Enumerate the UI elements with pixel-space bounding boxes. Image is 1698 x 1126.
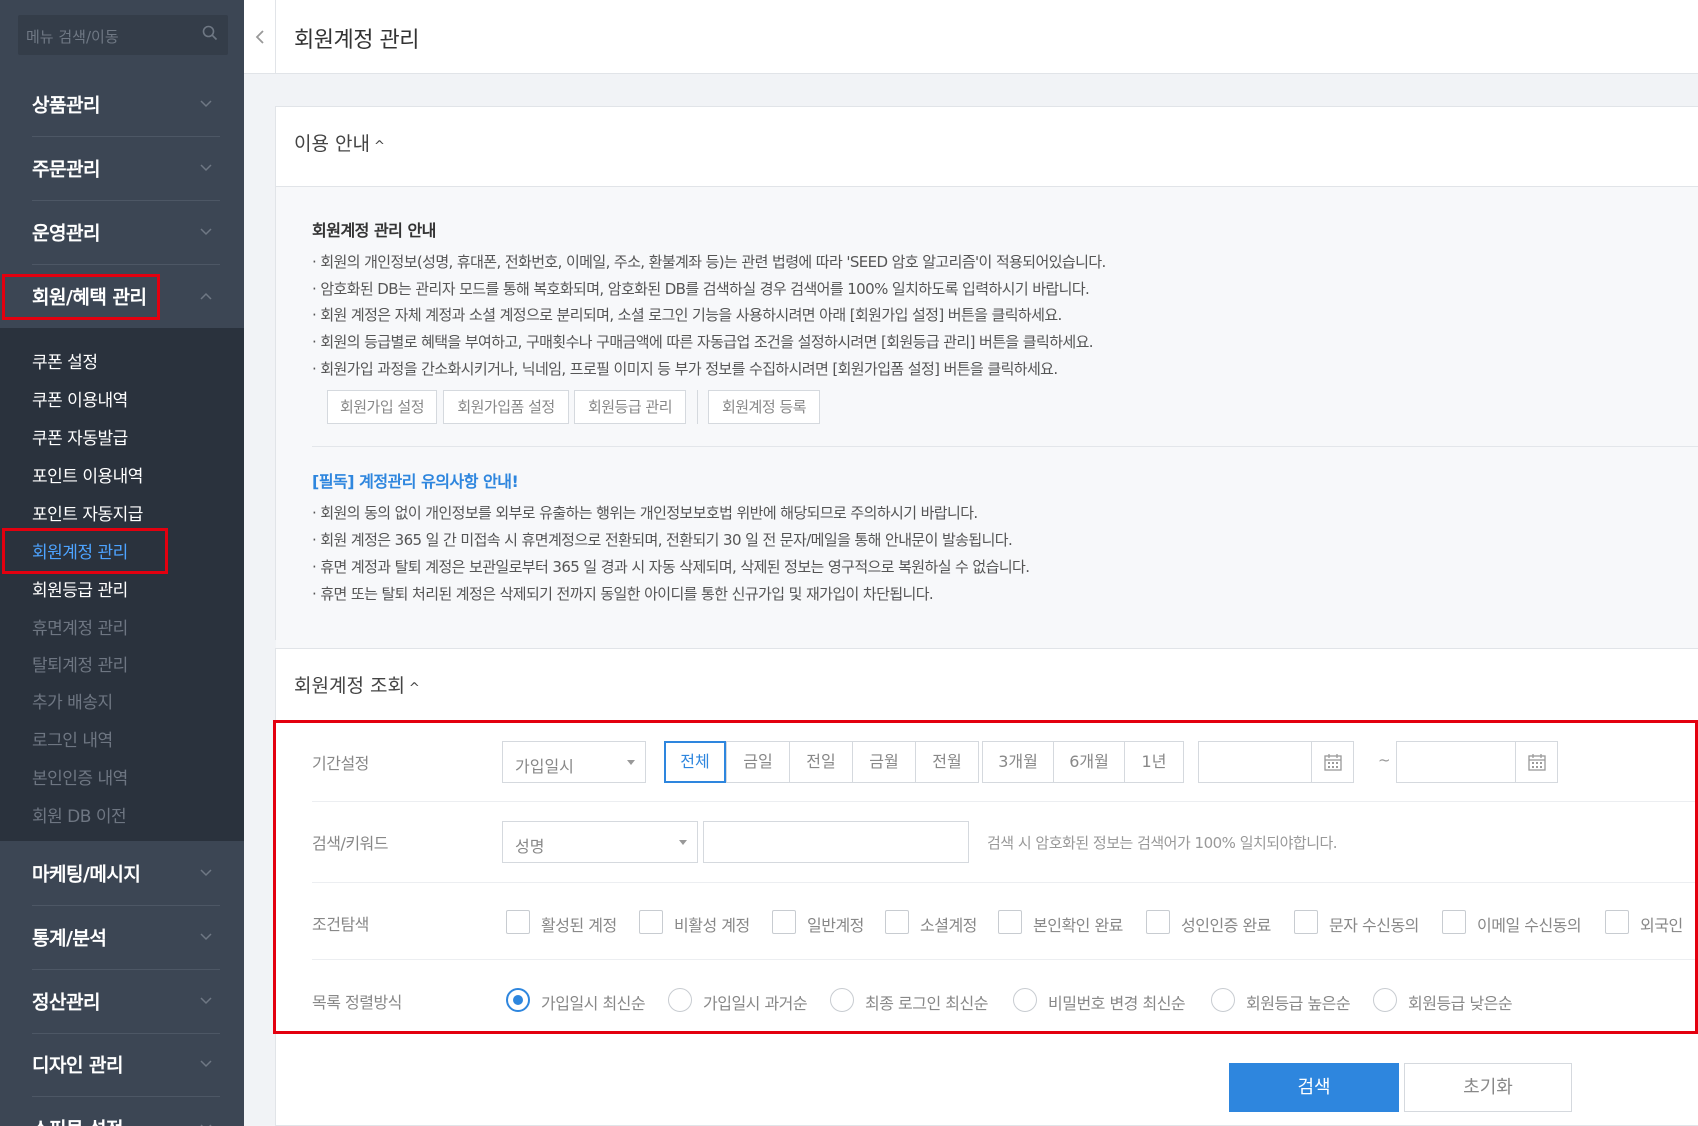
menu-statistics[interactable]: 통계/분석 <box>0 905 244 969</box>
member-register-button[interactable]: 회원계정 등록 <box>708 390 820 424</box>
chevron-down-icon <box>200 933 212 941</box>
search-icon[interactable] <box>202 25 218 41</box>
submenu-dormant[interactable]: 휴면계정 관리 <box>32 614 128 639</box>
menu-label: 쇼핑몰 설정 <box>32 1115 124 1126</box>
submenu-coupon-settings[interactable]: 쿠폰 설정 <box>32 348 98 373</box>
guide-line: · 회원의 등급별로 혜택을 부여하고, 구매횟수나 구매금액에 따른 자동급업… <box>312 333 1094 351</box>
sidebar-collapse-button[interactable] <box>244 0 276 74</box>
member-join-settings-button[interactable]: 회원가입 설정 <box>327 390 437 424</box>
menu-label: 통계/분석 <box>32 927 107 950</box>
submenu-verification-history[interactable]: 본인인증 내역 <box>32 764 128 789</box>
submenu-member-benefit: 쿠폰 설정 쿠폰 이용내역 쿠폰 자동발급 포인트 이용내역 포인트 자동지급 … <box>0 328 244 841</box>
menu-shop-settings[interactable]: 쇼핑몰 설정 <box>0 1096 244 1126</box>
page-title: 회원계정 관리 <box>294 28 419 53</box>
chevron-down-icon <box>200 164 212 172</box>
submenu-coupon-auto[interactable]: 쿠폰 자동발급 <box>32 424 128 449</box>
guide-title: 회원계정 관리 안내 <box>312 221 436 240</box>
member-grade-button[interactable]: 회원등급 관리 <box>574 390 686 424</box>
submenu-extra-address[interactable]: 추가 배송지 <box>32 688 113 713</box>
submenu-point-history[interactable]: 포인트 이용내역 <box>32 462 143 487</box>
chevron-left-icon <box>255 30 264 44</box>
guide-line: · 회원 계정은 자체 계정과 소셜 계정으로 분리되며, 소셜 로그인 기능을… <box>312 306 1062 324</box>
submenu-member-grade[interactable]: 회원등급 관리 <box>32 576 128 601</box>
menu-settlement[interactable]: 정산관리 <box>0 969 244 1033</box>
caret-up-icon: ^ <box>373 139 385 154</box>
button-divider <box>697 390 698 424</box>
chevron-down-icon <box>200 100 212 108</box>
menu-label: 주문관리 <box>32 158 100 181</box>
notice-line: · 휴면 계정과 탈퇴 계정은 보관일로부터 365 일 경과 시 자동 삭제되… <box>312 558 1030 576</box>
sidebar: 메뉴 검색/이동 상품관리 주문관리 운영관리 회원/혜택 관리 쿠폰 설정 쿠… <box>0 0 244 1126</box>
menu-label: 운영관리 <box>32 222 100 245</box>
highlight-box <box>2 528 168 574</box>
notice-title: [필독] 계정관리 유의사항 안내! <box>312 472 519 491</box>
submenu-coupon-history[interactable]: 쿠폰 이용내역 <box>32 386 128 411</box>
guide-line: · 회원의 개인정보(성명, 휴대폰, 전화번호, 이메일, 주소, 환불계좌 … <box>312 253 1106 271</box>
chevron-down-icon <box>200 228 212 236</box>
search-heading: 회원계정 조회 <box>294 675 405 697</box>
reset-button[interactable]: 초기화 <box>1404 1063 1572 1112</box>
caret-up-icon: ^ <box>408 681 420 696</box>
menu-order[interactable]: 주문관리 <box>0 136 244 200</box>
guide-heading: 이용 안내 <box>294 133 370 155</box>
menu-label: 마케팅/메시지 <box>32 863 141 886</box>
guide-panel: 이용 안내 ^ 회원계정 관리 안내 · 회원의 개인정보(성명, 휴대폰, 전화… <box>275 106 1698 653</box>
submenu-withdrawn[interactable]: 탈퇴계정 관리 <box>32 651 128 676</box>
submenu-db-migration[interactable]: 회원 DB 이전 <box>32 802 127 827</box>
member-form-settings-button[interactable]: 회원가입폼 설정 <box>443 390 569 424</box>
menu-search-input[interactable]: 메뉴 검색/이동 <box>18 15 228 55</box>
search-button[interactable]: 검색 <box>1229 1063 1399 1112</box>
menu-operation[interactable]: 운영관리 <box>0 200 244 264</box>
submenu-point-auto[interactable]: 포인트 자동지급 <box>32 500 143 525</box>
highlight-box <box>273 720 1698 1034</box>
topbar: 회원계정 관리 <box>244 0 1698 74</box>
menu-design[interactable]: 디자인 관리 <box>0 1032 244 1096</box>
submenu-login-history[interactable]: 로그인 내역 <box>32 726 113 751</box>
menu-product[interactable]: 상품관리 <box>0 72 244 136</box>
search-toggle[interactable]: 회원계정 조회 ^ <box>294 671 420 698</box>
guide-divider <box>312 446 1698 447</box>
range-all-button[interactable]: 전체 <box>664 741 726 783</box>
guide-toggle[interactable]: 이용 안내 ^ <box>294 129 385 156</box>
chevron-down-icon <box>200 1060 212 1068</box>
guide-line: · 암호화된 DB는 관리자 모드를 통해 복호화되며, 암호화된 DB를 검색… <box>312 280 1090 298</box>
guide-body: 회원계정 관리 안내 · 회원의 개인정보(성명, 휴대폰, 전화번호, 이메일… <box>276 186 1698 653</box>
notice-line: · 회원의 동의 없이 개인정보를 외부로 유출하는 행위는 개인정보보호법 위… <box>312 504 978 522</box>
menu-label: 디자인 관리 <box>32 1054 124 1077</box>
chevron-down-icon <box>200 997 212 1005</box>
highlight-box <box>2 274 160 320</box>
chevron-up-icon <box>200 292 212 300</box>
guide-line: · 회원가입 과정을 간소화시키거나, 닉네임, 프로필 이미지 등 부가 정보… <box>312 360 1058 378</box>
menu-search-placeholder: 메뉴 검색/이동 <box>26 28 119 46</box>
menu-marketing[interactable]: 마케팅/메시지 <box>0 841 244 905</box>
notice-line: · 휴면 또는 탈퇴 처리된 계정은 삭제되기 전까지 동일한 아이디를 통한 … <box>312 585 934 603</box>
menu-label: 상품관리 <box>32 94 100 117</box>
menu-label: 정산관리 <box>32 991 100 1014</box>
notice-line: · 회원 계정은 365 일 간 미접속 시 휴면계정으로 전환되며, 전환되기… <box>312 531 1013 549</box>
chevron-down-icon <box>200 869 212 877</box>
